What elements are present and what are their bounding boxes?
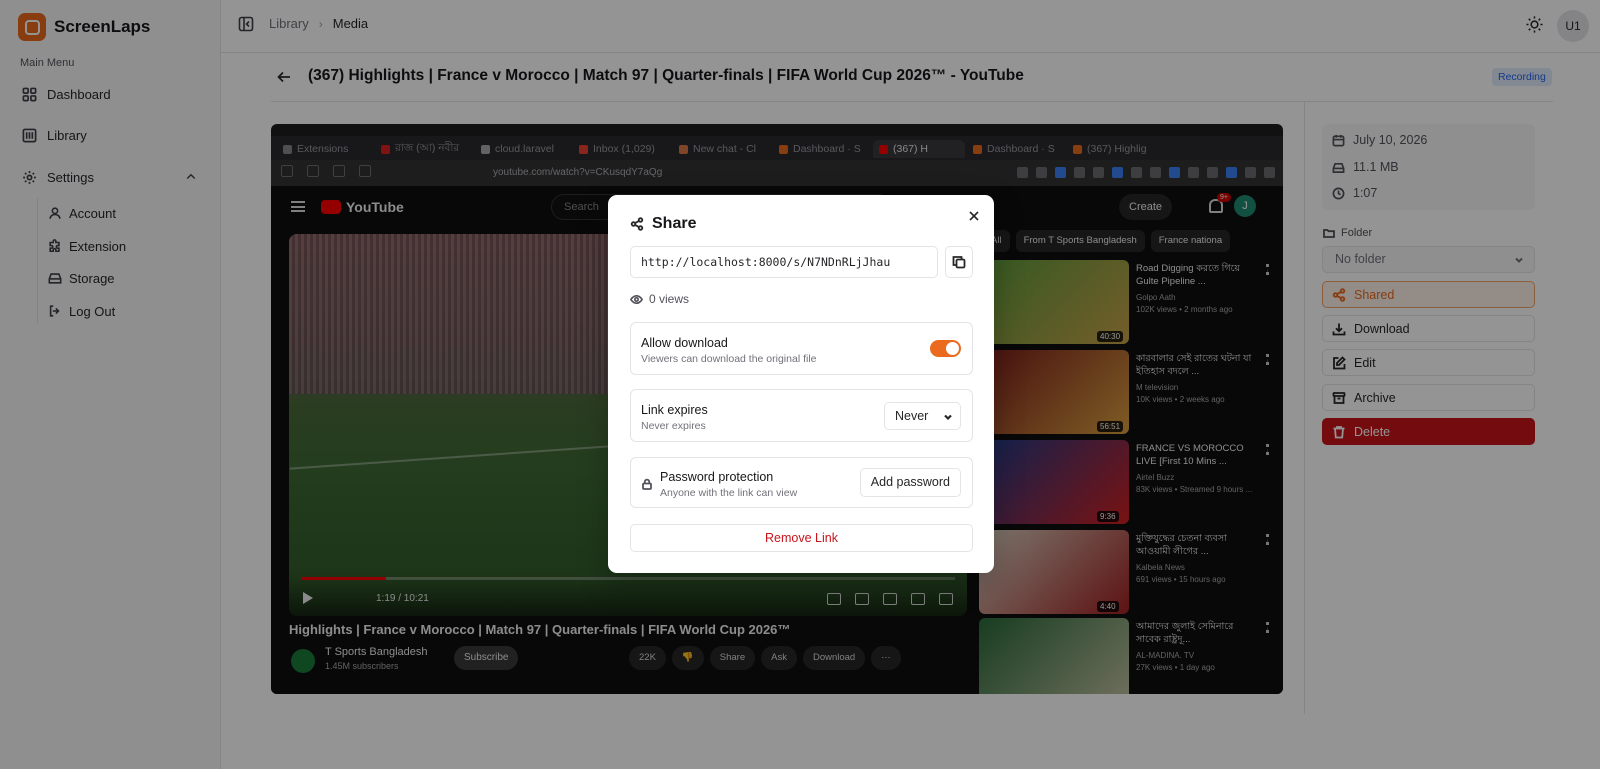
- view-count: 0 views: [630, 292, 689, 306]
- copy-icon: [952, 256, 966, 269]
- allow-download-subtitle: Viewers can download the original file: [641, 353, 817, 365]
- password-subtitle: Anyone with the link can view: [660, 487, 798, 499]
- dialog-title: Share: [630, 215, 696, 233]
- remove-link-button[interactable]: Remove Link: [630, 524, 973, 552]
- add-password-button[interactable]: Add password: [859, 468, 961, 497]
- close-icon[interactable]: [968, 210, 980, 222]
- copy-link-button[interactable]: [945, 246, 973, 278]
- share-url-field[interactable]: http://localhost:8000/s/N7NDnRLjJhau: [630, 246, 938, 278]
- expiry-select[interactable]: Never: [884, 402, 961, 430]
- link-expires-subtitle: Never expires: [641, 420, 706, 432]
- link-expires-card: Link expires Never expires Never: [630, 389, 973, 442]
- lock-icon: [642, 478, 652, 490]
- allow-download-card: Allow download Viewers can download the …: [630, 322, 973, 375]
- chevron-down-icon: [944, 414, 952, 421]
- allow-download-toggle[interactable]: [930, 340, 961, 357]
- share-icon: [630, 217, 644, 231]
- eye-icon: [630, 294, 643, 304]
- password-title: Password protection: [660, 470, 774, 484]
- password-card: Password protection Anyone with the link…: [630, 457, 973, 508]
- allow-download-title: Allow download: [641, 336, 728, 350]
- share-dialog: Share http://localhost:8000/s/N7NDnRLjJh…: [608, 195, 994, 573]
- link-expires-title: Link expires: [641, 403, 708, 417]
